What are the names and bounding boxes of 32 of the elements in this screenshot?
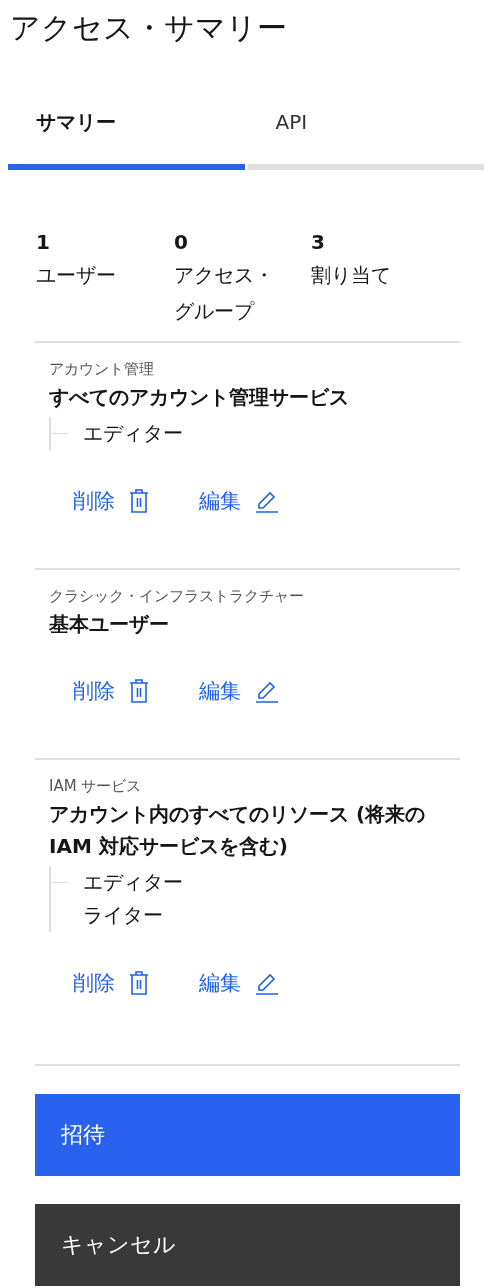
action-button[interactable]: 招待 — [35, 1094, 460, 1176]
edit-link[interactable]: 編集 — [199, 968, 279, 998]
policy-category: IAM サービス — [49, 776, 143, 797]
delete-link[interactable]: 削除 — [73, 486, 149, 516]
role-name: エディター — [83, 869, 183, 896]
role-name: エディター — [83, 420, 183, 447]
delete-link[interactable]: 削除 — [73, 968, 149, 998]
role-name: ライター — [83, 902, 164, 929]
stat-label: ユーザー — [36, 262, 117, 289]
trash-icon — [129, 971, 149, 995]
page-title: アクセス・サマリー — [9, 9, 288, 47]
policy-name: すべてのアカウント管理サービス — [49, 384, 350, 411]
edit-link[interactable]: 編集 — [199, 676, 279, 706]
edit-link[interactable]: 編集 — [199, 486, 279, 516]
policy-name: アカウント内のすべてのリソース (将来の IAM 対応サービスを含む) — [49, 801, 427, 860]
stat-value: 0 — [174, 229, 189, 256]
tab[interactable]: API — [247, 100, 484, 170]
action-button[interactable]: キャンセル — [35, 1204, 460, 1286]
pencil-icon — [255, 679, 279, 703]
pencil-icon — [255, 489, 279, 513]
stat-label: 割り当て — [311, 262, 392, 289]
stat-value: 1 — [36, 229, 51, 256]
tab[interactable]: サマリー — [8, 100, 245, 170]
trash-icon — [129, 489, 149, 513]
delete-link[interactable]: 削除 — [73, 676, 149, 706]
policy-category: アカウント管理 — [49, 359, 155, 380]
policy-name: 基本ユーザー — [49, 611, 170, 638]
stat-label: アクセス・グループ — [174, 262, 275, 325]
stat-value: 3 — [311, 229, 326, 256]
pencil-icon — [255, 971, 279, 995]
policy-category: クラシック・インフラストラクチャー — [49, 586, 305, 607]
trash-icon — [129, 679, 149, 703]
